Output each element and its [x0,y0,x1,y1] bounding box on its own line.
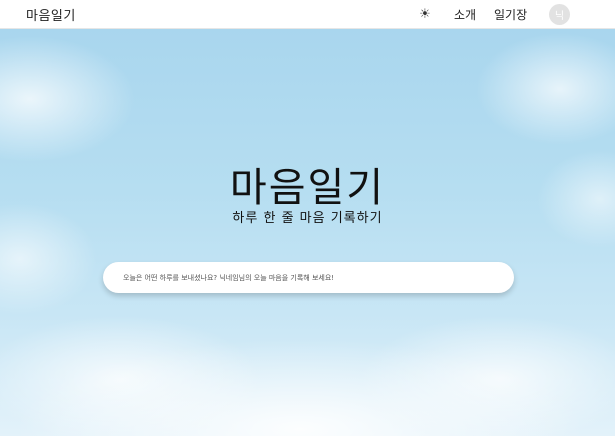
hero-title: 마음일기 [229,165,386,211]
diary-entry-input[interactable] [103,262,514,293]
logo[interactable]: 마음일기 [26,5,76,24]
nav-link-diary[interactable]: 일기장 [494,6,527,23]
hero-subtitle: 하루 한 줄 마음 기록하기 [232,211,383,226]
nav-link-about[interactable]: 소개 [454,6,476,23]
avatar[interactable]: 닉 [549,4,570,25]
top-navbar: 마음일기 ☀ 소개 일기장 닉 [0,0,615,29]
sun-icon[interactable]: ☀ [417,6,433,22]
hero-section: 마음일기 하루 한 줄 마음 기록하기 [0,29,615,436]
